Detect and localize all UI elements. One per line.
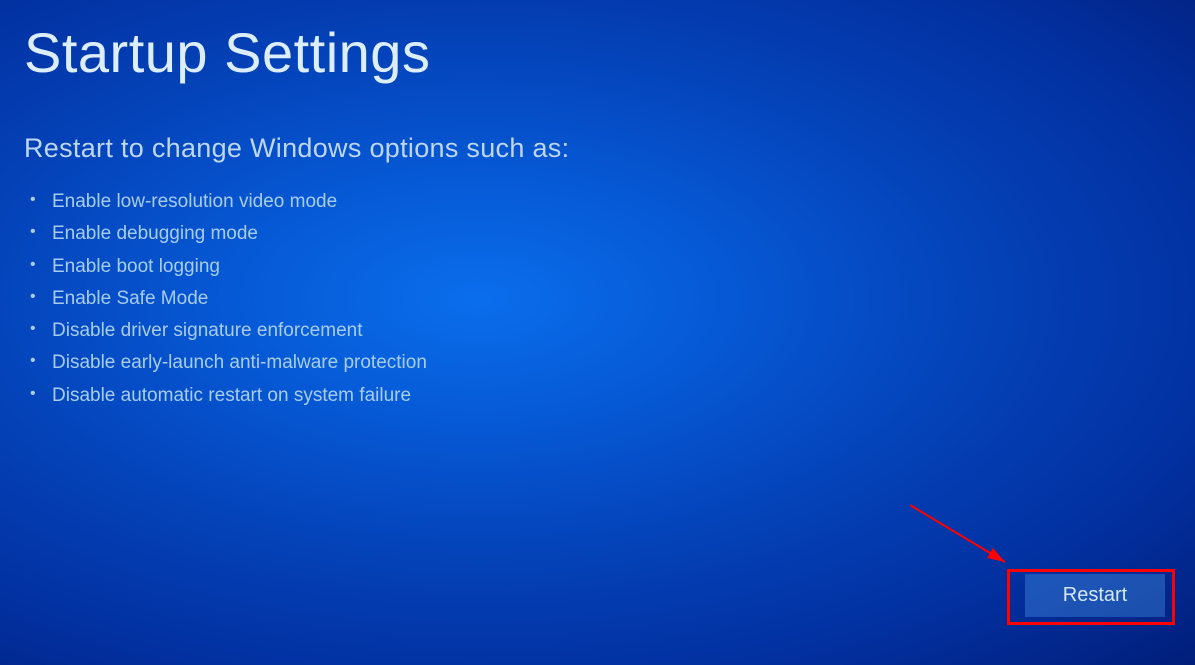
- annotation-arrow: [905, 500, 1025, 585]
- subtitle: Restart to change Windows options such a…: [0, 85, 1195, 164]
- list-item: Enable Safe Mode: [30, 283, 1195, 315]
- list-item: Disable automatic restart on system fail…: [30, 380, 1195, 412]
- page-title: Startup Settings: [0, 0, 1195, 85]
- restart-button[interactable]: Restart: [1025, 574, 1165, 617]
- list-item: Disable driver signature enforcement: [30, 315, 1195, 347]
- list-item: Enable low-resolution video mode: [30, 186, 1195, 218]
- options-list: Enable low-resolution video mode Enable …: [0, 164, 1195, 412]
- list-item: Enable debugging mode: [30, 218, 1195, 250]
- list-item: Disable early-launch anti-malware protec…: [30, 347, 1195, 379]
- list-item: Enable boot logging: [30, 251, 1195, 283]
